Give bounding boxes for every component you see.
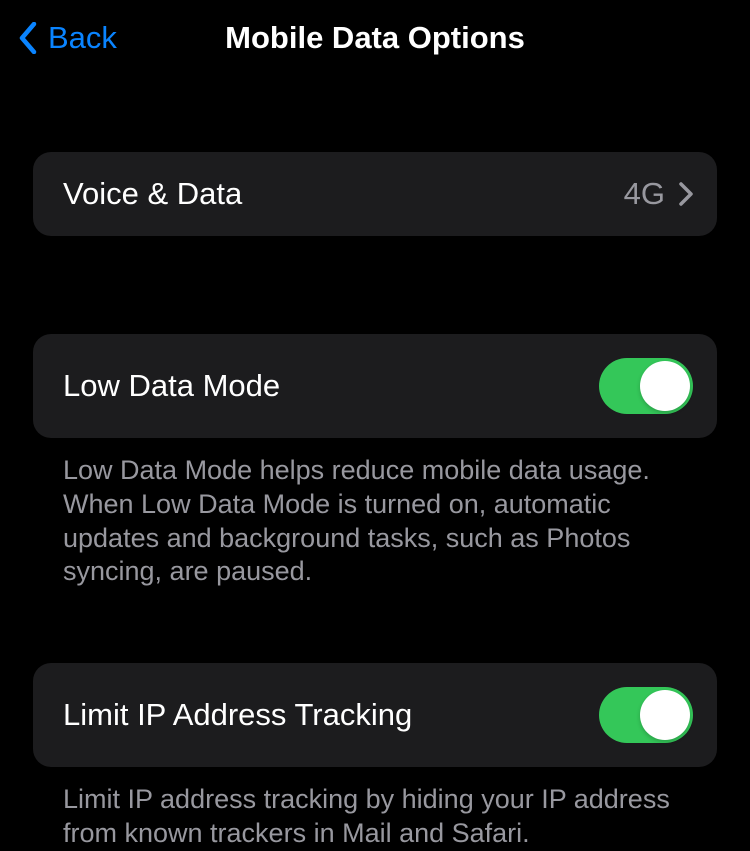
low-data-mode-group: Low Data Mode Low Data Mode helps reduce…	[33, 334, 717, 589]
section-gap	[33, 260, 717, 334]
limit-ip-toggle[interactable]	[599, 687, 693, 743]
low-data-mode-toggle[interactable]	[599, 358, 693, 414]
limit-ip-label: Limit IP Address Tracking	[63, 697, 412, 733]
chevron-right-icon	[679, 182, 693, 206]
limit-ip-cell: Limit IP Address Tracking	[33, 663, 717, 767]
voice-data-group: Voice & Data 4G	[33, 152, 717, 236]
low-data-mode-cell: Low Data Mode	[33, 334, 717, 438]
back-label: Back	[48, 20, 117, 56]
limit-ip-footer: Limit IP address tracking by hiding your…	[33, 767, 717, 851]
low-data-mode-label: Low Data Mode	[63, 368, 280, 404]
content: Voice & Data 4G Low Data Mode Low Data M…	[0, 74, 750, 851]
header: Back Mobile Data Options	[0, 0, 750, 74]
limit-ip-group: Limit IP Address Tracking Limit IP addre…	[33, 663, 717, 851]
voice-data-label: Voice & Data	[63, 176, 242, 212]
back-button[interactable]: Back	[18, 20, 117, 56]
cell-right: 4G	[624, 176, 693, 212]
toggle-knob	[640, 361, 690, 411]
section-gap	[33, 613, 717, 663]
chevron-left-icon	[18, 22, 38, 54]
toggle-knob	[640, 690, 690, 740]
voice-data-value: 4G	[624, 176, 665, 212]
page-title: Mobile Data Options	[225, 20, 525, 56]
low-data-mode-footer: Low Data Mode helps reduce mobile data u…	[33, 438, 717, 589]
voice-data-cell[interactable]: Voice & Data 4G	[33, 152, 717, 236]
